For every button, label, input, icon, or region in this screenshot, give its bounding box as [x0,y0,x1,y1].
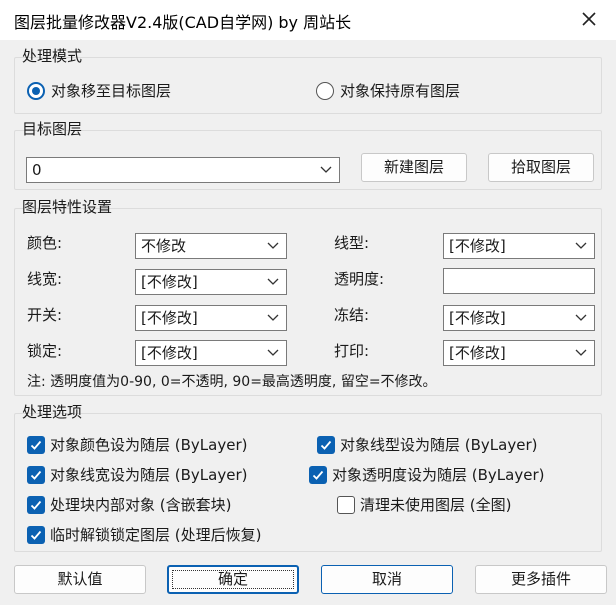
checkbox-purge-layers[interactable]: 清理未使用图层 (全图) [337,494,511,515]
chevron-down-icon [575,314,587,321]
close-button[interactable] [576,6,602,32]
checkbox-linetype-bylayer-label: 对象线型设为随层 (ByLayer) [340,436,538,454]
checkbox-transparency-bylayer[interactable]: 对象透明度设为随层 (ByLayer) [309,464,544,485]
chevron-down-icon [320,166,332,173]
target-group-title: 目标图层 [22,120,83,138]
lineweight-select[interactable]: [不修改] [135,269,287,295]
checkbox-color-bylayer-label: 对象颜色设为随层 (ByLayer) [50,436,248,454]
plot-label: 打印: [334,342,370,360]
lineweight-label: 线宽: [27,270,63,288]
checkbox-linetype-bylayer[interactable]: 对象线型设为随层 (ByLayer) [317,434,537,455]
more-plugins-button[interactable]: 更多插件 [475,565,607,594]
close-icon [582,12,596,26]
checkbox-unlock-layers-label: 临时解锁锁定图层 (处理后恢复) [50,526,262,544]
checkbox-lineweight-bylayer-label: 对象线宽设为随层 (ByLayer) [50,466,248,484]
plot-select[interactable]: [不修改] [443,340,595,366]
checkmark-icon [320,440,332,450]
checkbox-process-blocks-label: 处理块内部对象 (含嵌套块) [50,496,232,514]
radio-unselected-indicator [316,81,334,100]
lock-value: [不修改] [141,344,198,362]
checkbox-checked-indicator [27,525,45,544]
chevron-down-icon [575,349,587,356]
chevron-down-icon [267,278,279,285]
props-group-title: 图层特性设置 [22,198,113,216]
checkbox-color-bylayer[interactable]: 对象颜色设为随层 (ByLayer) [27,434,247,455]
chevron-down-icon [575,242,587,249]
radio-move-to-target-label: 对象移至目标图层 [51,82,172,100]
checkbox-checked-indicator [27,435,45,454]
chevron-down-icon [267,314,279,321]
checkbox-unlock-layers[interactable]: 临时解锁锁定图层 (处理后恢复) [27,524,261,545]
radio-selected-indicator [27,81,45,100]
checkbox-process-blocks[interactable]: 处理块内部对象 (含嵌套块) [27,494,231,515]
checkmark-icon [30,440,42,450]
lock-select[interactable]: [不修改] [135,340,287,366]
radio-keep-layer[interactable]: 对象保持原有图层 [316,80,460,101]
checkmark-icon [30,470,42,480]
target-layer-select[interactable]: 0 [26,157,340,183]
radio-move-to-target[interactable]: 对象移至目标图层 [27,80,171,101]
linetype-select[interactable]: [不修改] [443,233,595,259]
new-layer-button[interactable]: 新建图层 [361,153,467,182]
checkbox-checked-indicator [317,435,335,454]
checkbox-lineweight-bylayer[interactable]: 对象线宽设为随层 (ByLayer) [27,464,247,485]
checkmark-icon [312,470,324,480]
color-select[interactable]: 不修改 [135,233,287,259]
checkbox-purge-layers-label: 清理未使用图层 (全图) [360,496,512,514]
checkbox-checked-indicator [27,495,45,514]
freeze-label: 冻结: [334,306,370,324]
linetype-value: [不修改] [449,237,506,255]
linetype-label: 线型: [334,234,370,252]
pick-layer-button[interactable]: 拾取图层 [488,153,594,182]
cancel-button[interactable]: 取消 [321,565,453,594]
transparency-note: 注: 透明度值为0-90, 0=不透明, 90=最高透明度, 留空=不修改。 [27,374,437,390]
onoff-value: [不修改] [141,309,198,327]
checkbox-transparency-bylayer-label: 对象透明度设为随层 (ByLayer) [332,466,545,484]
onoff-label: 开关: [27,306,63,324]
window-title: 图层批量修改器V2.4版(CAD自学网) by 周站长 [14,13,352,32]
ok-button[interactable]: 确定 [167,565,299,594]
color-value: 不修改 [141,237,187,255]
lock-label: 锁定: [27,342,63,360]
target-layer-value: 0 [32,161,42,179]
chevron-down-icon [267,242,279,249]
radio-keep-layer-label: 对象保持原有图层 [340,82,461,100]
checkbox-checked-indicator [309,465,327,484]
title-bar: 图层批量修改器V2.4版(CAD自学网) by 周站长 [0,0,616,40]
options-group-title: 处理选项 [22,403,83,421]
color-label: 颜色: [27,234,63,252]
plot-value: [不修改] [449,344,506,362]
lineweight-value: [不修改] [141,273,198,291]
chevron-down-icon [267,349,279,356]
freeze-value: [不修改] [449,309,506,327]
mode-group-title: 处理模式 [22,47,83,65]
freeze-select[interactable]: [不修改] [443,305,595,331]
checkmark-icon [30,530,42,540]
transparency-label: 透明度: [334,270,385,288]
checkbox-checked-indicator [27,465,45,484]
checkmark-icon [30,500,42,510]
defaults-button[interactable]: 默认值 [14,565,146,594]
transparency-input[interactable] [443,268,595,294]
onoff-select[interactable]: [不修改] [135,305,287,331]
checkbox-unchecked-indicator [337,495,355,514]
